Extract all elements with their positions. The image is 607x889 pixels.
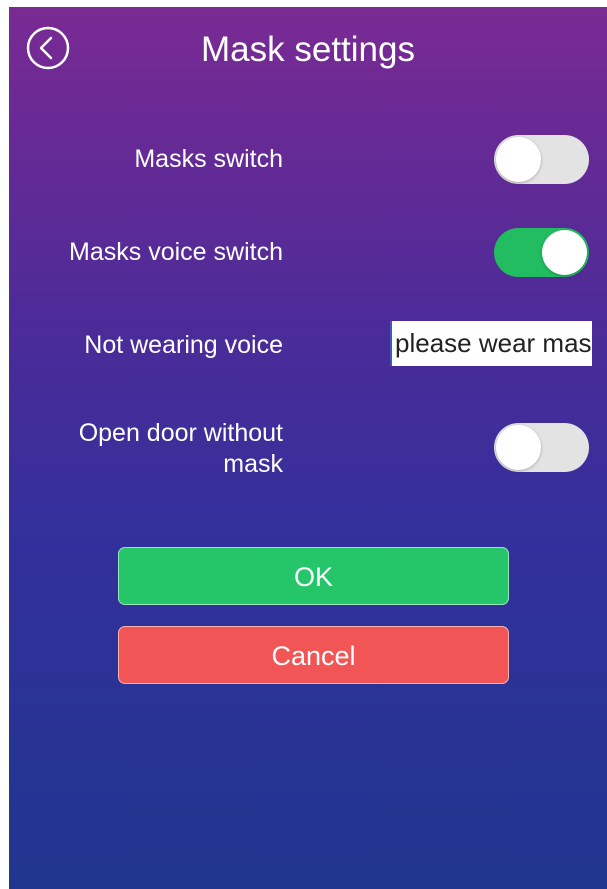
not-wearing-voice-label: Not wearing voice: [84, 331, 283, 359]
open-door-label-line2: mask: [223, 450, 283, 478]
masks-voice-switch-label: Masks voice switch: [69, 238, 283, 266]
open-door-without-mask-label: Open door without mask: [13, 418, 283, 480]
toggle-knob: [496, 137, 541, 182]
open-door-label-line1: Open door without: [78, 419, 283, 447]
open-door-without-mask-toggle[interactable]: [494, 423, 589, 472]
masks-voice-switch-toggle[interactable]: [494, 228, 589, 277]
toggle-knob: [496, 425, 541, 470]
masks-switch-toggle[interactable]: [494, 135, 589, 184]
masks-switch-label: Masks switch: [134, 145, 283, 173]
page-title: Mask settings: [201, 30, 415, 69]
cancel-button[interactable]: Cancel: [118, 626, 509, 684]
mask-settings-screen: Mask settings Masks switch Masks voice s…: [9, 7, 607, 889]
ok-button[interactable]: OK: [118, 547, 509, 605]
not-wearing-voice-input[interactable]: [390, 321, 592, 366]
toggle-knob: [542, 230, 587, 275]
